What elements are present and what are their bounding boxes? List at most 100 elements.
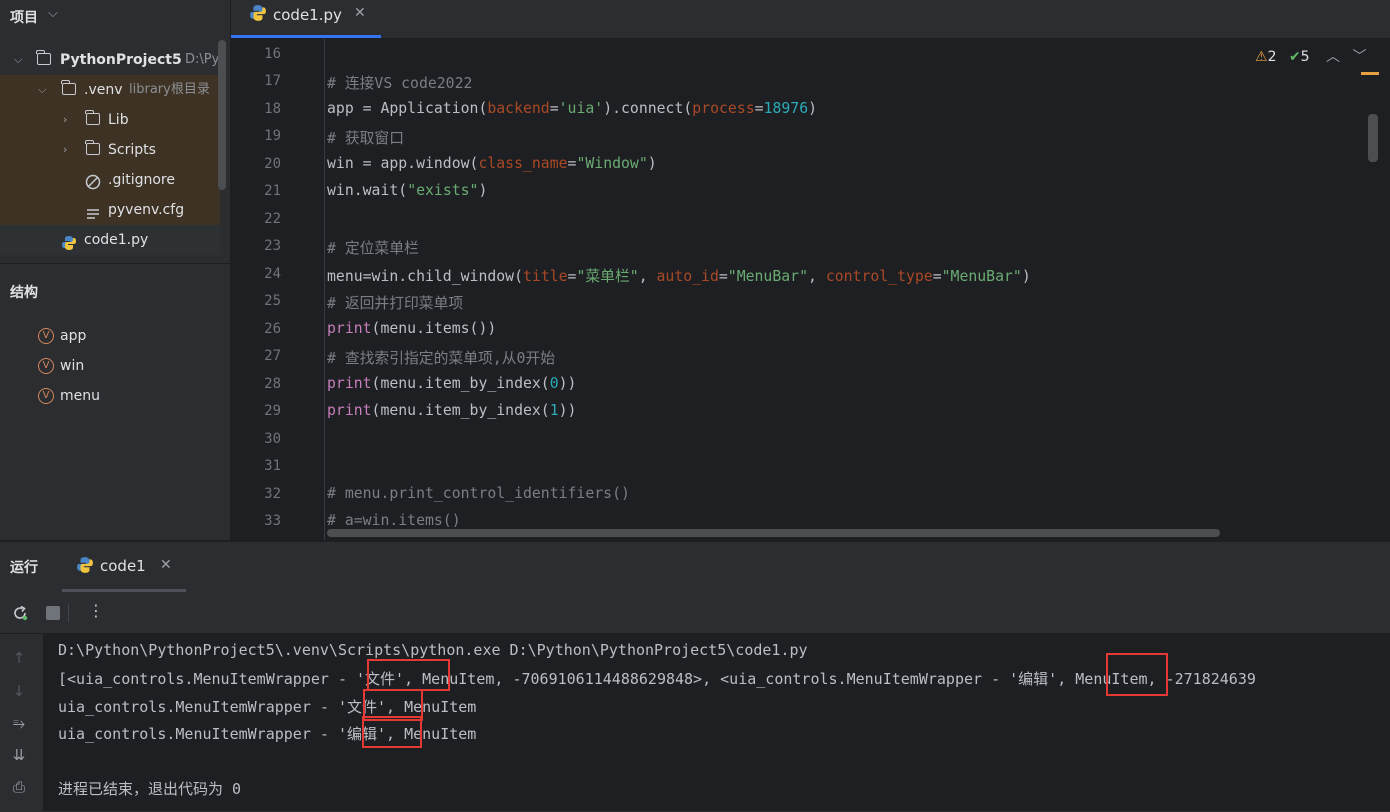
- print-icon[interactable]: ⎙: [8, 776, 30, 798]
- tree-item-pyvenv-cfg[interactable]: pyvenv.cfg: [0, 195, 220, 225]
- close-icon[interactable]: ✕: [160, 557, 172, 573]
- inspection-widget[interactable]: ⚠2 ✔5 ︿ ﹀: [1255, 46, 1367, 66]
- more-options-icon[interactable]: ⋮: [88, 601, 104, 620]
- tree-item-label: .gitignore: [108, 172, 175, 188]
- check-icon: ✔: [1288, 49, 1301, 65]
- line-number: 24: [264, 266, 281, 282]
- line-number: 28: [264, 376, 281, 392]
- line-number: 31: [264, 458, 281, 474]
- run-panel-title: 运行: [10, 560, 38, 576]
- check-count: 5: [1300, 49, 1310, 65]
- folder-icon: [85, 110, 100, 125]
- code-line-25: # 返回并打印菜单项: [327, 295, 464, 312]
- chevron-up-icon[interactable]: ︿: [1326, 49, 1340, 65]
- code-line-18: app = Application(backend='uia').connect…: [327, 100, 818, 117]
- console-line: 进程已结束，退出代码为 0: [58, 780, 242, 798]
- tree-item-path: D:\Pyt: [185, 52, 220, 67]
- chevron-down-icon[interactable]: ﹀: [1353, 49, 1367, 65]
- highlight-box: [367, 659, 450, 691]
- project-panel-header[interactable]: 项目 ⌵: [0, 0, 230, 32]
- structure-item-label: win: [60, 358, 85, 374]
- structure-item-label: app: [60, 328, 87, 344]
- code-line-28: print(menu.item_by_index(0)): [327, 375, 577, 392]
- code-line-21: win.wait("exists"): [327, 182, 488, 199]
- tree-item-code1[interactable]: code1.py: [0, 225, 220, 255]
- tree-item-gitignore[interactable]: .gitignore: [0, 165, 220, 195]
- line-number: 27: [264, 348, 281, 364]
- line-number: 32: [264, 486, 281, 502]
- tree-item-venv[interactable]: ⌵ .venv library根目录: [0, 75, 220, 105]
- line-number: 20: [264, 156, 281, 172]
- structure-panel-title: 结构: [10, 285, 38, 301]
- code-line-23: # 定位菜单栏: [327, 240, 419, 257]
- tree-item-tag: library根目录: [129, 82, 210, 97]
- tree-item-pythonproject5[interactable]: ⌵ PythonProject5 D:\Pyt: [0, 45, 220, 75]
- line-number: 18: [264, 101, 281, 117]
- active-run-tab-indicator: [62, 589, 186, 592]
- panel-divider: [0, 263, 230, 264]
- line-number: 17: [264, 73, 281, 89]
- line-number: 26: [264, 321, 281, 337]
- code-line-33: # a=win.items(): [327, 512, 461, 529]
- tree-item-lib[interactable]: › Lib: [0, 105, 220, 135]
- console-line: [<uia_controls.MenuItemWrapper - '文件', M…: [58, 670, 1256, 688]
- structure-item-label: menu: [60, 388, 100, 404]
- chevron-down-icon[interactable]: ⌵: [48, 6, 58, 21]
- console-line: D:\Python\PythonProject5\.venv\Scripts\p…: [58, 641, 808, 659]
- tree-item-label: .venv: [84, 82, 123, 98]
- variable-icon: V: [38, 388, 54, 404]
- ignored-file-icon: [85, 171, 101, 190]
- warning-marker[interactable]: [1361, 72, 1379, 75]
- active-tab-indicator: [231, 35, 381, 38]
- project-scrollbar[interactable]: [218, 40, 226, 190]
- soft-wrap-icon[interactable]: ⥱: [8, 712, 30, 734]
- variable-icon: V: [38, 358, 54, 374]
- gutter-divider: [324, 39, 325, 540]
- line-number: 25: [264, 293, 281, 309]
- editor-vertical-scrollbar[interactable]: [1368, 114, 1378, 162]
- structure-item-app[interactable]: Vapp: [38, 324, 86, 348]
- python-file-icon: [76, 556, 94, 574]
- line-number: 21: [264, 183, 281, 199]
- close-icon[interactable]: ✕: [354, 5, 366, 21]
- highlight-box: [1106, 653, 1168, 696]
- editor-horizontal-scrollbar[interactable]: [327, 529, 1220, 537]
- code-line-32: # menu.print_control_identifiers(): [327, 485, 630, 502]
- line-number: 19: [264, 128, 281, 144]
- chevron-right-icon[interactable]: ›: [63, 135, 67, 165]
- stop-icon[interactable]: [46, 606, 60, 620]
- run-tab-code1[interactable]: code1: [100, 557, 146, 575]
- structure-item-menu[interactable]: Vmenu: [38, 384, 100, 408]
- tree-item-label: Lib: [108, 112, 129, 128]
- python-file-icon: [249, 4, 267, 22]
- code-line-29: print(menu.item_by_index(1)): [327, 402, 577, 419]
- chevron-down-icon[interactable]: ⌵: [14, 45, 22, 75]
- arrow-up-icon[interactable]: ↑: [8, 647, 30, 669]
- folder-icon: [85, 140, 100, 155]
- code-line-20: win = app.window(class_name="Window"): [327, 155, 657, 172]
- rerun-icon[interactable]: [10, 603, 30, 623]
- scroll-to-end-icon[interactable]: ⇊: [8, 744, 30, 766]
- variable-icon: V: [38, 328, 54, 344]
- tab-label: code1.py: [273, 6, 342, 24]
- highlight-box: [362, 716, 422, 748]
- folder-icon: [61, 80, 76, 95]
- chevron-right-icon[interactable]: ›: [63, 105, 67, 135]
- editor-tab-bar: [231, 0, 1390, 39]
- line-number: 23: [264, 238, 281, 254]
- code-line-19: # 获取窗口: [327, 130, 405, 147]
- warning-count: 2: [1267, 49, 1277, 65]
- tree-item-label: pyvenv.cfg: [108, 202, 185, 218]
- chevron-down-icon[interactable]: ⌵: [38, 75, 46, 105]
- tree-item-label: Scripts: [108, 142, 156, 158]
- arrow-down-icon[interactable]: ↓: [8, 680, 30, 702]
- tree-item-scripts[interactable]: › Scripts: [0, 135, 220, 165]
- code-line-27: # 查找索引指定的菜单项,从0开始: [327, 350, 555, 367]
- structure-item-win[interactable]: Vwin: [38, 354, 84, 378]
- tree-item-label: PythonProject5: [60, 52, 182, 68]
- toolbar-divider: [68, 604, 69, 622]
- line-number: 30: [264, 431, 281, 447]
- folder-icon: [36, 50, 51, 65]
- line-number: 22: [264, 211, 281, 227]
- python-file-icon: [61, 232, 77, 250]
